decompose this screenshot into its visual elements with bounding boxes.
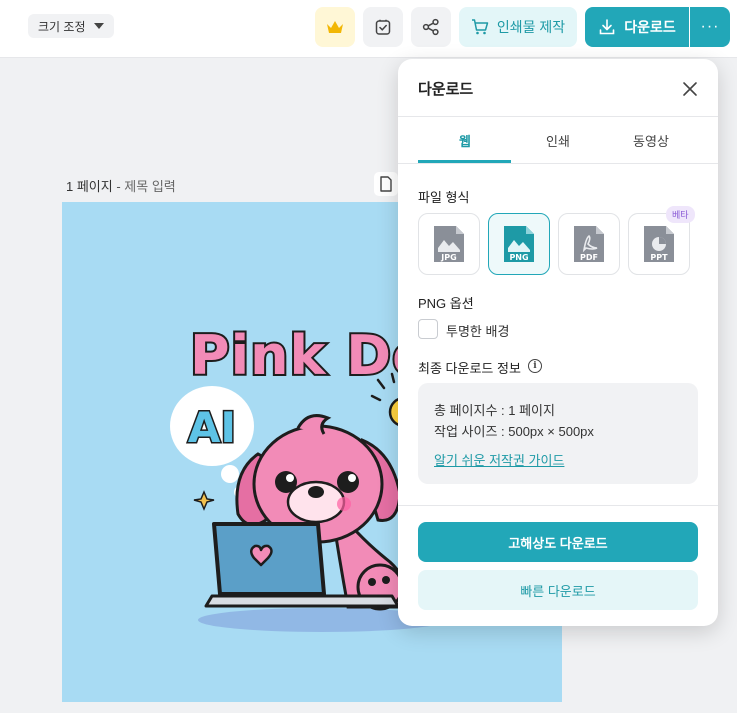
save-button[interactable] [363,7,403,47]
close-button[interactable] [678,77,702,101]
copyright-guide-link[interactable]: 알기 쉬운 저작권 가이드 [434,450,564,469]
total-pages-text: 총 페이지수 : 1 페이지 [434,403,555,418]
more-dots-icon: ··· [700,18,720,35]
page-title-input[interactable]: 제목 입력 [124,179,175,194]
caret-down-icon [93,23,104,29]
png-label: PNG [509,253,528,262]
hq-download-button[interactable]: 고해상도 다운로드 [418,522,698,562]
close-icon [683,82,697,96]
divider [398,163,718,164]
info-icon[interactable]: i [528,359,542,373]
file-format-label: 파일 형식 [418,190,470,205]
page-number: 1 페이지 [66,179,113,194]
top-toolbar: 크기 조정 인쇄물 제작 다운로드 ··· [0,0,737,58]
print-product-button[interactable]: 인쇄물 제작 [459,7,577,47]
tab-web[interactable]: 웹 [419,131,511,150]
page-header: 1 페이지 - 제목 입력 [66,176,176,195]
jpg-file-icon: JPG [434,226,464,262]
divider [398,505,718,506]
format-jpg-option[interactable]: JPG [418,213,480,275]
share-button[interactable] [411,7,451,47]
download-button[interactable]: 다운로드 [585,7,689,47]
crown-icon [327,21,343,33]
divider [398,116,718,117]
cart-icon [471,19,489,35]
page-separator: - [112,179,125,194]
page-duplicate-button[interactable] [374,172,398,196]
transparent-bg-label: 투명한 배경 [446,324,510,339]
download-icon [599,19,615,35]
premium-button[interactable] [315,7,355,47]
ppt-file-icon: PPT [644,226,674,262]
print-product-label: 인쇄물 제작 [496,19,566,35]
png-file-icon: PNG [504,226,534,262]
jpg-label: JPG [440,253,456,262]
ppt-label: PPT [650,253,668,262]
resize-label: 크기 조정 [38,19,86,34]
save-check-icon [375,19,391,35]
panel-title: 다운로드 [418,81,474,98]
document-icon [380,176,392,192]
resize-button[interactable]: 크기 조정 [28,14,114,38]
download-label: 다운로드 [624,19,676,35]
bubble-text: AI [188,403,236,452]
download-panel: 다운로드 웹 인쇄 동영상 파일 형식 JPG PNG PDF PPT 베타 P… [398,59,718,626]
beta-badge: 베타 [666,206,695,223]
tab-video[interactable]: 동영상 [605,131,697,150]
pdf-file-icon: PDF [574,226,604,262]
format-pdf-option[interactable]: PDF [558,213,620,275]
share-icon [422,18,439,36]
pdf-label: PDF [580,253,598,262]
transparent-bg-checkbox[interactable] [418,319,438,339]
work-size-text: 작업 사이즈 : 500px × 500px [434,424,594,439]
download-info-box: 총 페이지수 : 1 페이지 작업 사이즈 : 500px × 500px 알기… [418,383,698,484]
more-options-button[interactable]: ··· [690,7,730,47]
sparkle-icon [193,490,215,511]
final-download-info-label: 최종 다운로드 정보 [418,361,521,376]
png-options-label: PNG 옵션 [418,296,474,311]
tab-print[interactable]: 인쇄 [512,131,604,150]
format-png-option[interactable]: PNG [488,213,550,275]
quick-download-button[interactable]: 빠른 다운로드 [418,570,698,610]
